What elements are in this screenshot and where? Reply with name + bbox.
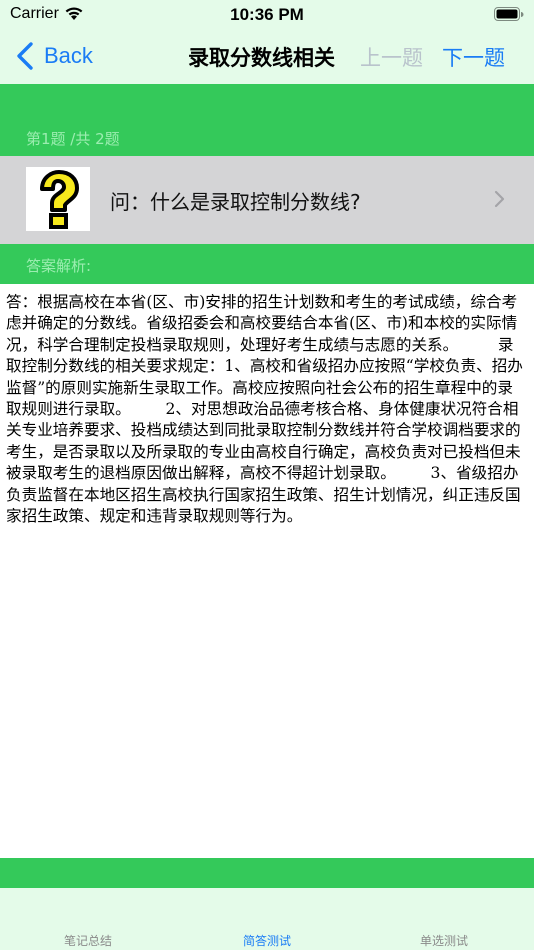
chevron-right-icon	[494, 190, 505, 208]
status-time: 10:36 PM	[230, 5, 304, 24]
progress-row: 第1题 /共 2题	[0, 120, 534, 156]
chevron-left-icon	[17, 42, 33, 70]
tab-notes-summary[interactable]: 笔记总结	[28, 932, 148, 949]
back-button[interactable]: Back	[14, 38, 93, 74]
question-mark-icon	[26, 167, 90, 231]
next-question-button[interactable]: 下一题	[442, 42, 505, 72]
tab-bar: 笔记总结 简答测试 单选测试	[0, 888, 534, 950]
header-band	[0, 84, 534, 120]
question-text: 问：什么是录取控制分数线?	[110, 190, 361, 214]
status-bar: Carrier 10:36 PM	[0, 0, 534, 30]
question-progress: 第1题 /共 2题	[26, 130, 120, 148]
tab-single-choice-test[interactable]: 单选测试	[384, 932, 504, 949]
page-title: 录取分数线相关	[188, 46, 335, 70]
previous-question-button[interactable]: 上一题	[360, 42, 423, 72]
back-label: Back	[44, 43, 93, 68]
answer-text: 答：根据高校在本省(区、市)安排的招生计划数和考生的考试成绩，综合考虑并确定的分…	[6, 293, 523, 526]
footer-band	[0, 858, 534, 888]
navigation-bar: Back 录取分数线相关 上一题 下一题	[0, 30, 534, 84]
tab-short-answer-test[interactable]: 简答测试	[207, 932, 327, 949]
battery-icon	[494, 7, 524, 21]
question-row[interactable]: 问：什么是录取控制分数线?	[0, 156, 534, 244]
answer-header-label: 答案解析:	[26, 257, 92, 275]
answer-header: 答案解析:	[0, 244, 534, 284]
